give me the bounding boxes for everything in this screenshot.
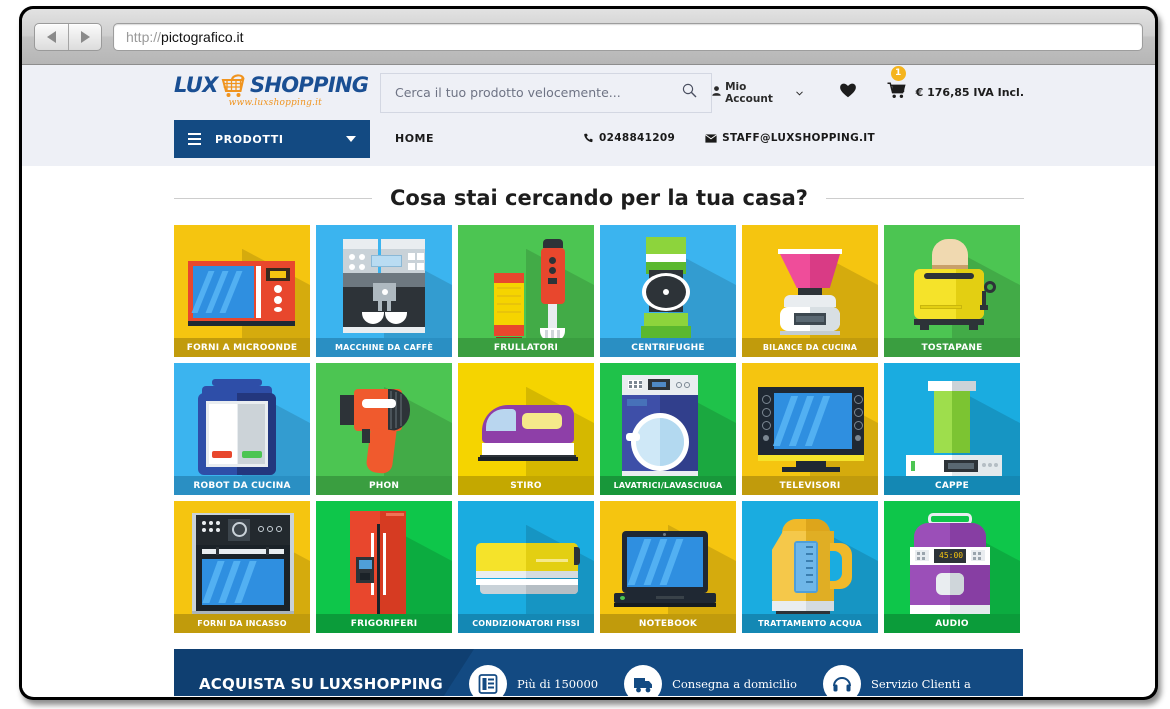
- search-placeholder: Cerca il tuo prodotto velocemente...: [395, 85, 621, 100]
- category-label: TELEVISORI: [742, 476, 878, 495]
- page-content: Cosa stai cercando per la tua casa? FORN…: [22, 186, 1155, 696]
- logo-text-lux: LUX: [174, 73, 218, 97]
- category-label: CONDIZIONATORI FISSI: [458, 614, 594, 633]
- nav-phone-label: 0248841209: [599, 132, 676, 144]
- forward-button[interactable]: [68, 23, 101, 50]
- url-scheme: http://: [126, 28, 162, 45]
- logo-url-text: www.luxshopping.it: [228, 97, 322, 108]
- account-label: Mio Account: [725, 80, 773, 105]
- url-host: pictografico.it: [161, 28, 244, 45]
- category-grid: FORNI A MICROONDE MACCHINE DA CAFFÈ FRUL…: [174, 225, 1023, 633]
- cart-icon: [887, 81, 906, 103]
- category-label: FRULLATORI: [458, 338, 594, 357]
- rule-right: [826, 197, 1024, 199]
- category-label: STIRO: [458, 476, 594, 495]
- browser-window: http://pictografico.it LUX SHOPPING www.…: [19, 6, 1158, 700]
- chevron-down-icon: [346, 136, 356, 142]
- banner-feature-text: Servizio Clienti a: [870, 677, 971, 691]
- category-tile[interactable]: LAVATRICI/LAVASCIUGA: [600, 363, 736, 495]
- page-title: Cosa stai cercando per la tua casa?: [390, 186, 808, 210]
- cart-badge: 1: [890, 65, 906, 81]
- category-tile[interactable]: TOSTAPANE: [884, 225, 1020, 357]
- category-tile[interactable]: FORNI A MICROONDE: [174, 225, 310, 357]
- category-label: NOTEBOOK: [600, 614, 736, 633]
- phone-icon: [584, 133, 593, 143]
- category-label: MACCHINE DA CAFFÈ: [316, 338, 452, 357]
- promo-banner-title: ACQUISTA SU LUXSHOPPING: [199, 674, 443, 693]
- support-icon: [822, 665, 861, 696]
- forward-arrow-icon: [80, 30, 90, 43]
- section-heading-row: Cosa stai cercando per la tua casa?: [174, 186, 1024, 210]
- nav-contacts: 0248841209 STAFF@LUXSHOPPING.IT: [584, 132, 875, 144]
- logo-text-shopping: SHOPPING: [249, 73, 369, 97]
- banner-feature: Più di 150000: [469, 665, 598, 696]
- back-arrow-icon: [47, 30, 56, 43]
- category-tile[interactable]: TRATTAMENTO ACQUA: [742, 501, 878, 633]
- category-tile[interactable]: CONDIZIONATORI FISSI: [458, 501, 594, 633]
- hamburger-icon: [188, 133, 201, 145]
- cart-button[interactable]: 1: [887, 65, 906, 104]
- category-label: CAPPE: [884, 476, 1020, 495]
- nav-email-label: STAFF@LUXSHOPPING.IT: [722, 132, 875, 144]
- nav-phone[interactable]: 0248841209: [584, 132, 675, 144]
- category-label: LAVATRICI/LAVASCIUGA: [600, 476, 736, 495]
- banner-feature: Consegna a domicilio: [624, 665, 797, 696]
- category-tile[interactable]: BILANCE DA CUCINA: [742, 225, 878, 357]
- browser-toolbar: http://pictografico.it: [22, 9, 1155, 65]
- page-viewport: LUX SHOPPING www.luxshopping.it Cerca il…: [22, 65, 1155, 696]
- category-label: CENTRIFUGHE: [600, 338, 736, 357]
- category-tile[interactable]: ROBOT DA CUCINA: [174, 363, 310, 495]
- category-label: FORNI DA INCASSO: [174, 614, 310, 633]
- products-menu-button[interactable]: PRODOTTI: [174, 120, 370, 158]
- category-tile[interactable]: NOTEBOOK: [600, 501, 736, 633]
- category-label: TOSTAPANE: [884, 338, 1020, 357]
- category-tile[interactable]: TELEVISORI: [742, 363, 878, 495]
- category-tile[interactable]: PHON: [316, 363, 452, 495]
- banner-feature-text: Consegna a domicilio: [672, 677, 797, 691]
- site-header: LUX SHOPPING www.luxshopping.it Cerca il…: [22, 65, 1155, 120]
- category-label: BILANCE DA CUCINA: [742, 338, 878, 357]
- back-button[interactable]: [35, 24, 68, 50]
- user-icon: [712, 86, 721, 99]
- category-label: AUDIO: [884, 614, 1020, 633]
- search-icon[interactable]: [682, 83, 697, 103]
- envelope-icon: [705, 133, 717, 143]
- heart-icon[interactable]: [839, 82, 857, 103]
- category-tile[interactable]: CENTRIFUGHE: [600, 225, 736, 357]
- nav-item-home[interactable]: HOME: [395, 132, 434, 145]
- header-actions: Mio Account 1 € 176,85 IVA Incl.: [712, 65, 1024, 105]
- category-tile[interactable]: FRIGORIFERI: [316, 501, 452, 633]
- category-tile[interactable]: STIRO: [458, 363, 594, 495]
- site-logo[interactable]: LUX SHOPPING www.luxshopping.it: [174, 72, 369, 114]
- address-bar[interactable]: http://pictografico.it: [113, 22, 1143, 51]
- browser-inner: http://pictografico.it LUX SHOPPING www.…: [22, 9, 1155, 697]
- category-tile[interactable]: CAPPE: [884, 363, 1020, 495]
- category-tile[interactable]: MACCHINE DA CAFFÈ: [316, 225, 452, 357]
- banner-feature: Servizio Clienti a: [822, 665, 971, 696]
- navigation-buttons: [34, 22, 102, 51]
- products-menu-label: PRODOTTI: [215, 132, 284, 146]
- shopping-cart-icon: [219, 72, 249, 99]
- delivery-icon: [624, 665, 663, 696]
- banner-feature-text: Più di 150000: [517, 677, 599, 691]
- category-label: FRIGORIFERI: [316, 614, 452, 633]
- category-tile[interactable]: FORNI DA INCASSO: [174, 501, 310, 633]
- catalog-icon: [469, 665, 507, 696]
- account-menu[interactable]: Mio Account: [712, 81, 803, 105]
- nav-email[interactable]: STAFF@LUXSHOPPING.IT: [705, 132, 875, 144]
- category-label: PHON: [316, 476, 452, 495]
- rule-left: [174, 197, 372, 199]
- chevron-down-icon: [795, 87, 803, 99]
- category-label: ROBOT DA CUCINA: [174, 476, 310, 495]
- promo-banner: ACQUISTA SU LUXSHOPPING Più di 150000 Co…: [174, 649, 1023, 696]
- category-tile[interactable]: FRULLATORI: [458, 225, 594, 357]
- main-navigation: PRODOTTI HOME 0248841209 STAFF@LUXSHOPPI…: [22, 120, 1155, 166]
- category-label: TRATTAMENTO ACQUA: [742, 614, 878, 633]
- category-label: FORNI A MICROONDE: [174, 338, 310, 357]
- cart-total: € 176,85 IVA Incl.: [915, 86, 1024, 99]
- category-tile[interactable]: 45:00 AUDIO: [884, 501, 1020, 633]
- search-input[interactable]: Cerca il tuo prodotto velocemente...: [380, 72, 713, 113]
